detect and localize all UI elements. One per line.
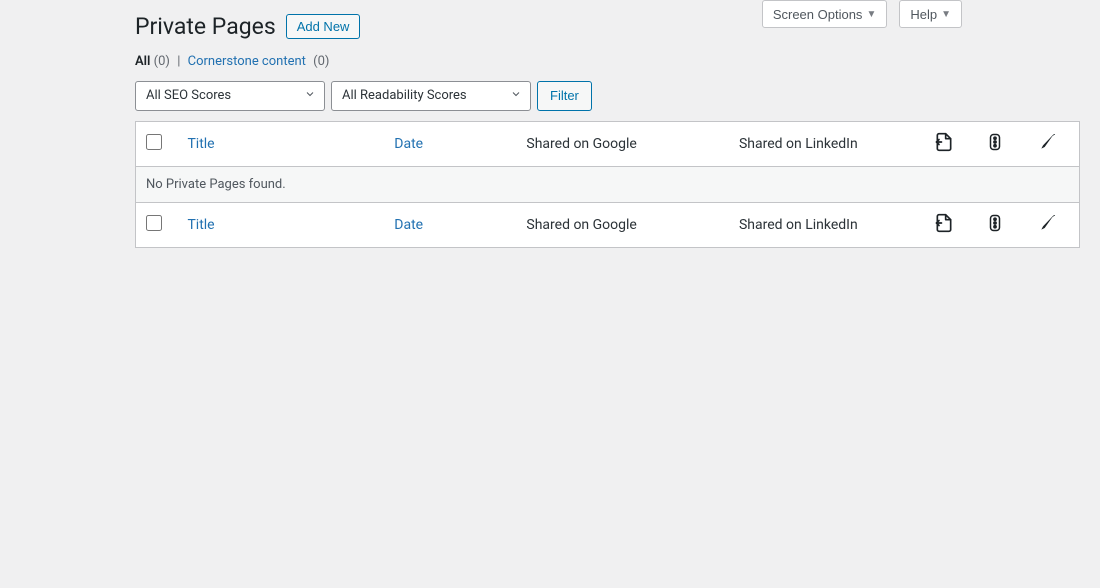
column-date-footer[interactable]: Date bbox=[384, 202, 516, 247]
readability-score-select[interactable]: All Readability Scores bbox=[331, 81, 531, 111]
column-shared-google: Shared on Google bbox=[516, 121, 729, 166]
readability-score-selected: All Readability Scores bbox=[342, 88, 467, 103]
readability-icon bbox=[1038, 213, 1058, 237]
column-shared-linkedin-footer: Shared on LinkedIn bbox=[729, 202, 924, 247]
seo-score-icon bbox=[986, 133, 1004, 155]
filter-button[interactable]: Filter bbox=[537, 81, 592, 111]
pages-table: Title Date Shared on Google Shared on Li… bbox=[135, 121, 1080, 248]
filter-all-count: (0) bbox=[154, 54, 170, 69]
chevron-down-icon bbox=[510, 88, 522, 104]
filter-cornerstone-count: (0) bbox=[313, 54, 329, 69]
column-title[interactable]: Title bbox=[177, 121, 384, 166]
screen-options-button[interactable]: Screen Options ▼ bbox=[762, 0, 888, 28]
table-footer-row: Title Date Shared on Google Shared on Li… bbox=[136, 202, 1080, 247]
table-row-empty: No Private Pages found. bbox=[136, 166, 1080, 202]
table-header-row: Title Date Shared on Google Shared on Li… bbox=[136, 121, 1080, 166]
outgoing-links-icon bbox=[934, 132, 954, 156]
filter-links: All (0) | Cornerstone content (0) bbox=[135, 54, 1080, 69]
column-title-footer[interactable]: Title bbox=[177, 202, 384, 247]
chevron-down-icon bbox=[304, 88, 316, 104]
caret-down-icon: ▼ bbox=[941, 9, 951, 20]
seo-score-select[interactable]: All SEO Scores bbox=[135, 81, 325, 111]
page-title: Private Pages bbox=[135, 12, 276, 42]
outgoing-links-icon bbox=[934, 213, 954, 237]
screen-options-label: Screen Options bbox=[773, 7, 863, 22]
caret-down-icon: ▼ bbox=[866, 9, 876, 20]
column-shared-google-footer: Shared on Google bbox=[516, 202, 729, 247]
column-date[interactable]: Date bbox=[384, 121, 516, 166]
readability-icon bbox=[1038, 132, 1058, 156]
filter-cornerstone-link[interactable]: Cornerstone content bbox=[188, 54, 306, 69]
add-new-button[interactable]: Add New bbox=[286, 14, 361, 39]
empty-message: No Private Pages found. bbox=[136, 166, 1080, 202]
filter-all-label[interactable]: All bbox=[135, 54, 150, 69]
help-label: Help bbox=[910, 7, 937, 22]
help-button[interactable]: Help ▼ bbox=[899, 0, 962, 28]
column-shared-linkedin: Shared on LinkedIn bbox=[729, 121, 924, 166]
separator: | bbox=[173, 54, 184, 69]
seo-score-selected: All SEO Scores bbox=[146, 88, 231, 103]
select-all-checkbox-top[interactable] bbox=[146, 134, 162, 150]
seo-score-icon bbox=[986, 214, 1004, 236]
select-all-checkbox-bottom[interactable] bbox=[146, 215, 162, 231]
